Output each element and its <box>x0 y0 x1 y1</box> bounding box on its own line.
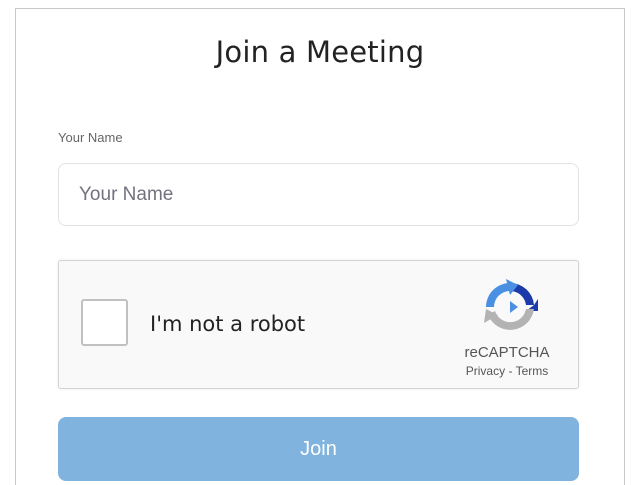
join-button[interactable]: Join <box>58 417 579 481</box>
privacy-link[interactable]: Privacy <box>466 364 505 378</box>
recaptcha-links: Privacy - Terms <box>441 364 573 378</box>
recaptcha-brand: reCAPTCHA <box>464 344 550 361</box>
name-input[interactable] <box>58 163 579 226</box>
page-title: Join a Meeting <box>215 35 425 69</box>
recaptcha-logo-icon <box>484 279 538 330</box>
name-field-label: Your Name <box>58 130 123 145</box>
recaptcha-checkbox[interactable] <box>81 299 128 346</box>
recaptcha-widget: I'm not a robot reCAPTCHA Privacy - Term… <box>58 260 579 389</box>
recaptcha-checkbox-label: I'm not a robot <box>150 312 306 336</box>
join-meeting-panel: Join a Meeting Your Name I'm not a robot… <box>15 8 625 485</box>
terms-link[interactable]: Terms <box>516 364 549 378</box>
link-separator: - <box>505 364 516 378</box>
